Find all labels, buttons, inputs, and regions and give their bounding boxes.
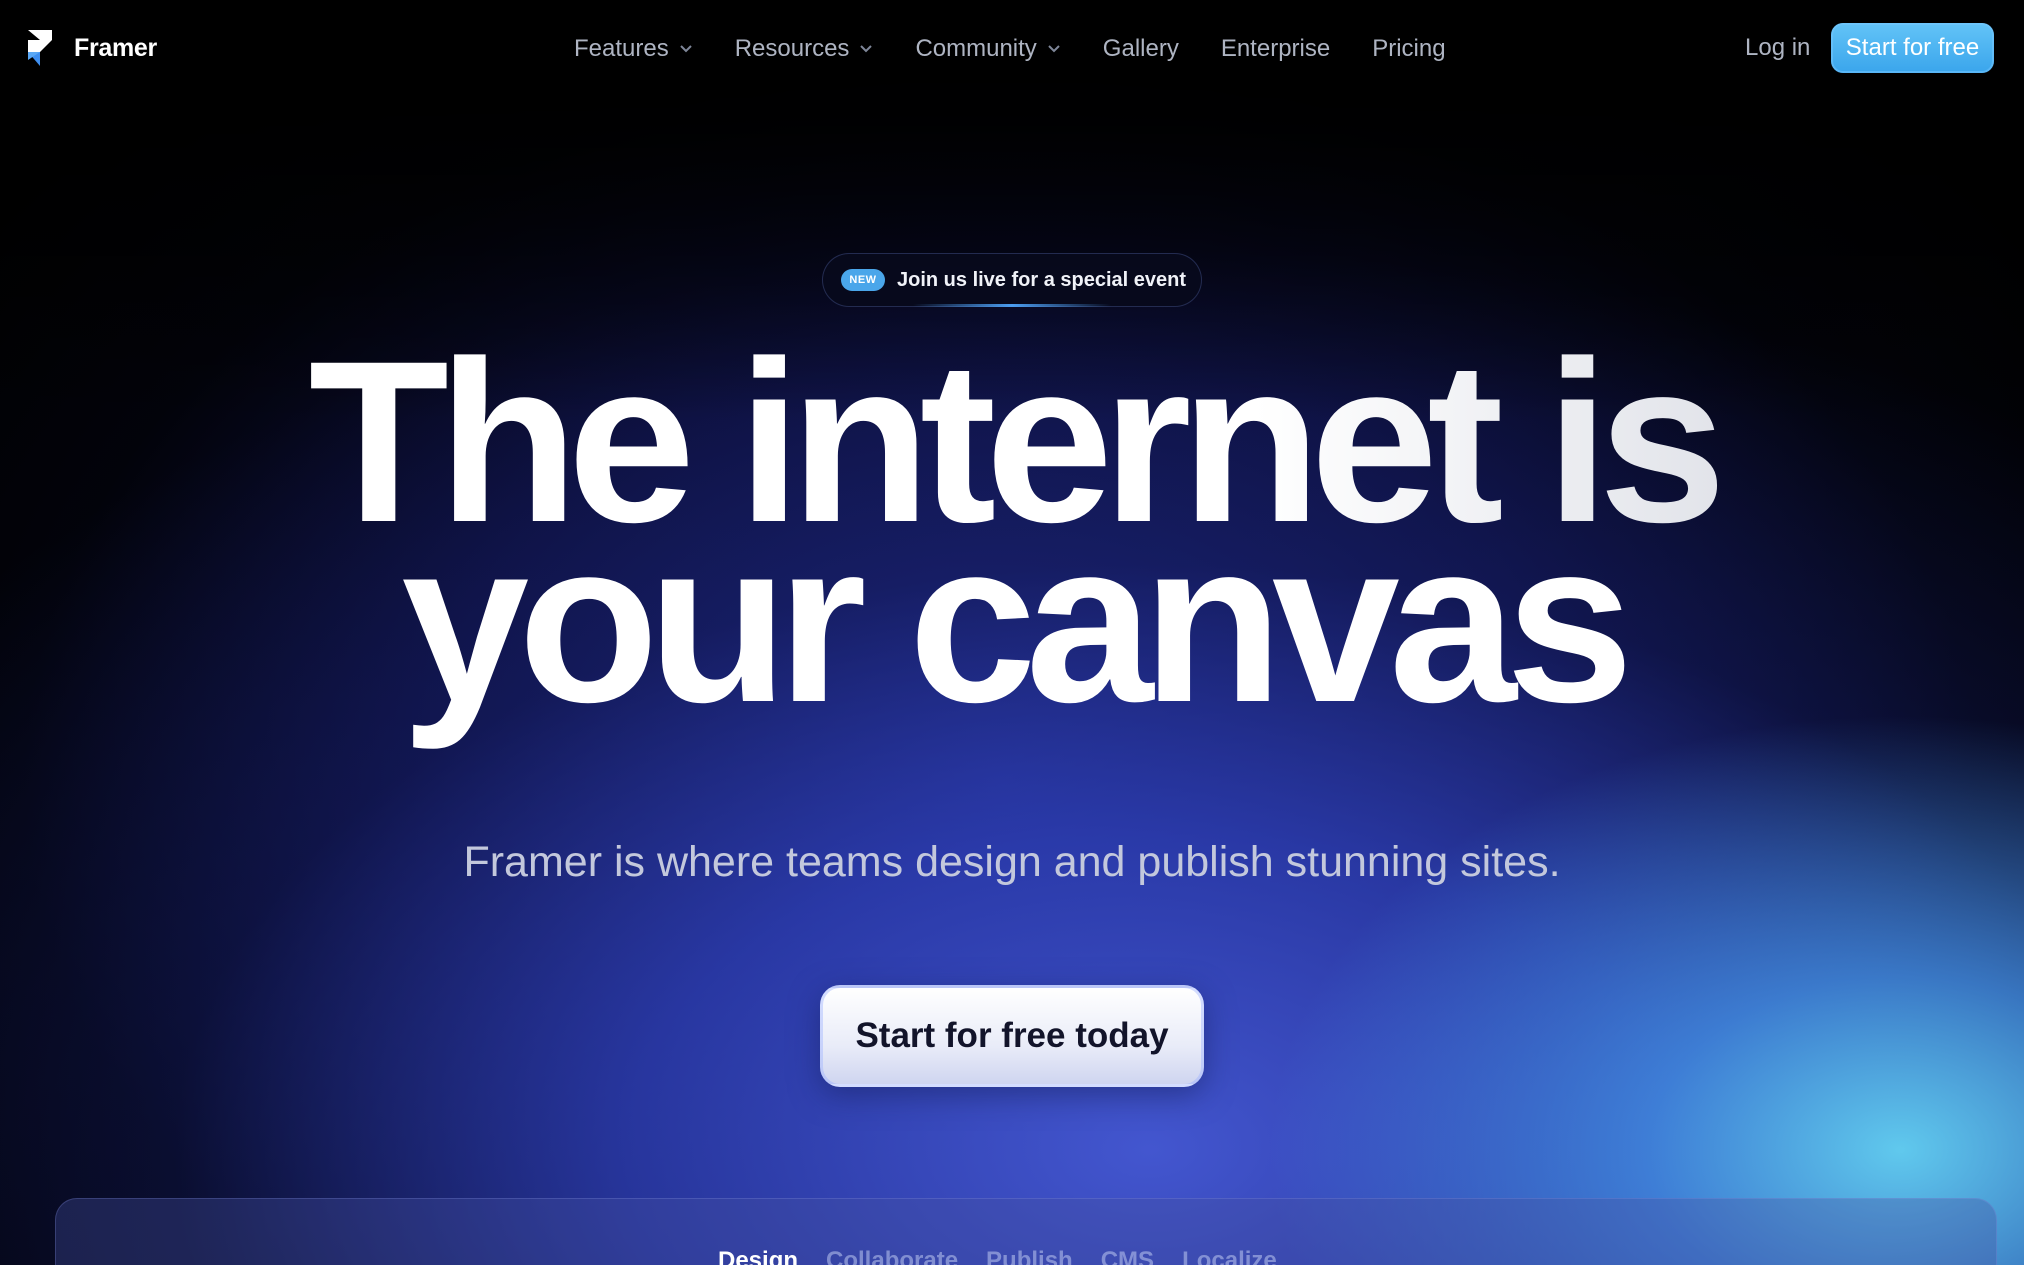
feature-tabs: Design Collaborate Publish CMS Localize xyxy=(718,1247,1305,1265)
headline-line-2: your canvas xyxy=(401,493,1633,750)
nav-item-community[interactable]: Community xyxy=(915,35,1060,63)
start-for-free-today-button[interactable]: Start for free today xyxy=(820,985,1204,1087)
nav-item-label: Gallery xyxy=(1102,35,1179,62)
brand-logo[interactable]: Framer xyxy=(26,28,157,68)
tab-publish[interactable]: Publish xyxy=(986,1247,1073,1265)
announcement-pill[interactable]: NEW Join us live for a special event xyxy=(822,253,1202,307)
main-menu: Features Resources Community Gallery Ent… xyxy=(574,30,1488,68)
nav-item-label: Community xyxy=(915,35,1037,62)
login-link[interactable]: Log in xyxy=(1745,34,1810,62)
tab-localize[interactable]: Localize xyxy=(1182,1247,1277,1265)
nav-item-features[interactable]: Features xyxy=(574,35,693,63)
announcement-text: Join us live for a special event xyxy=(897,268,1187,291)
framer-logo-icon xyxy=(28,30,52,66)
top-navbar: Framer Features Resources Community Gall… xyxy=(0,0,2024,98)
tab-design[interactable]: Design xyxy=(718,1247,798,1265)
nav-item-resources[interactable]: Resources xyxy=(735,35,874,63)
nav-item-label: Resources xyxy=(734,35,850,62)
nav-item-gallery[interactable]: Gallery xyxy=(1103,35,1179,63)
nav-item-label: Pricing xyxy=(1372,35,1446,62)
chevron-down-icon xyxy=(1048,45,1060,53)
start-for-free-button[interactable]: Start for free xyxy=(1831,23,1994,73)
tab-collaborate[interactable]: Collaborate xyxy=(826,1247,958,1265)
chevron-down-icon xyxy=(680,45,692,53)
tab-cms[interactable]: CMS xyxy=(1101,1247,1154,1265)
hero-subtitle: Framer is where teams design and publish… xyxy=(463,838,1561,886)
nav-item-label: Enterprise xyxy=(1220,35,1331,62)
nav-item-enterprise[interactable]: Enterprise xyxy=(1221,35,1330,63)
nav-item-pricing[interactable]: Pricing xyxy=(1372,35,1445,63)
nav-item-label: Features xyxy=(574,35,669,62)
new-badge: NEW xyxy=(841,269,885,291)
hero-headline: The internet is your canvas xyxy=(0,327,2024,750)
brand-name: Framer xyxy=(74,33,157,62)
chevron-down-icon xyxy=(860,45,873,53)
